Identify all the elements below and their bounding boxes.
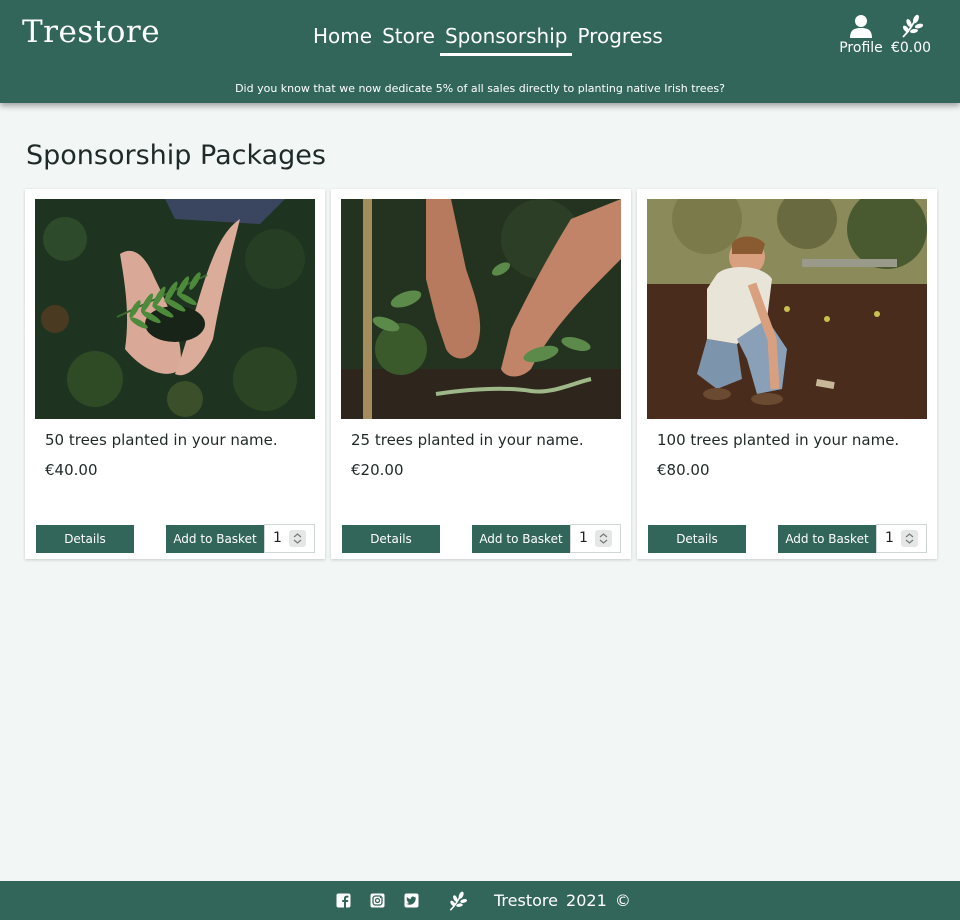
main-nav: Home Store Sponsorship Progress [308, 22, 668, 56]
quantity-value: 1 [579, 530, 588, 546]
package-card: 100 trees planted in your name. €80.00 D… [637, 189, 937, 559]
details-button[interactable]: Details [36, 525, 134, 553]
leaf-icon [449, 891, 467, 911]
spinner-arrows-icon[interactable] [595, 530, 612, 547]
package-price: €40.00 [45, 461, 98, 479]
twitter-icon[interactable] [404, 893, 419, 908]
quantity-value: 1 [885, 530, 894, 546]
brand-logo[interactable]: Trestore [22, 14, 160, 50]
profile-link[interactable]: Profile [838, 14, 884, 56]
package-price: €80.00 [657, 461, 710, 479]
nav-sponsorship[interactable]: Sponsorship [439, 22, 573, 56]
spinner-arrows-icon[interactable] [289, 530, 306, 547]
details-button[interactable]: Details [648, 525, 746, 553]
add-to-basket-button[interactable]: Add to Basket [472, 525, 570, 553]
site-header: Trestore Home Store Sponsorship Progress… [0, 0, 960, 103]
package-card: 50 trees planted in your name. €40.00 De… [25, 189, 325, 559]
nav-store[interactable]: Store [377, 22, 440, 56]
package-image[interactable] [341, 199, 621, 419]
spinner-arrows-icon[interactable] [901, 530, 918, 547]
basket-link[interactable]: €0.00 [888, 14, 934, 56]
quantity-stepper[interactable]: 1 [570, 524, 621, 553]
instagram-icon[interactable] [370, 893, 385, 908]
package-image[interactable] [35, 199, 315, 419]
site-footer: Trestore 2021 © [0, 881, 960, 920]
package-title: 50 trees planted in your name. [45, 431, 278, 449]
package-image[interactable] [647, 199, 927, 419]
package-title: 100 trees planted in your name. [657, 431, 900, 449]
basket-total: €0.00 [890, 40, 932, 56]
quantity-stepper[interactable]: 1 [876, 524, 927, 553]
footer-copyright: Trestore 2021 © [494, 891, 631, 910]
page-title: Sponsorship Packages [26, 140, 326, 171]
quantity-value: 1 [273, 530, 282, 546]
nav-home[interactable]: Home [308, 22, 377, 56]
promo-banner: Did you know that we now dedicate 5% of … [235, 82, 725, 95]
add-to-basket-button[interactable]: Add to Basket [166, 525, 264, 553]
user-icon [850, 15, 872, 38]
quantity-stepper[interactable]: 1 [264, 524, 315, 553]
package-card: 25 trees planted in your name. €20.00 De… [331, 189, 631, 559]
add-to-basket-button[interactable]: Add to Basket [778, 525, 876, 553]
leaf-icon [902, 14, 923, 38]
details-button[interactable]: Details [342, 525, 440, 553]
nav-progress[interactable]: Progress [572, 22, 667, 56]
profile-label: Profile [839, 40, 883, 56]
package-list: 50 trees planted in your name. €40.00 De… [25, 189, 937, 559]
facebook-icon[interactable] [336, 893, 351, 908]
package-title: 25 trees planted in your name. [351, 431, 584, 449]
package-price: €20.00 [351, 461, 404, 479]
